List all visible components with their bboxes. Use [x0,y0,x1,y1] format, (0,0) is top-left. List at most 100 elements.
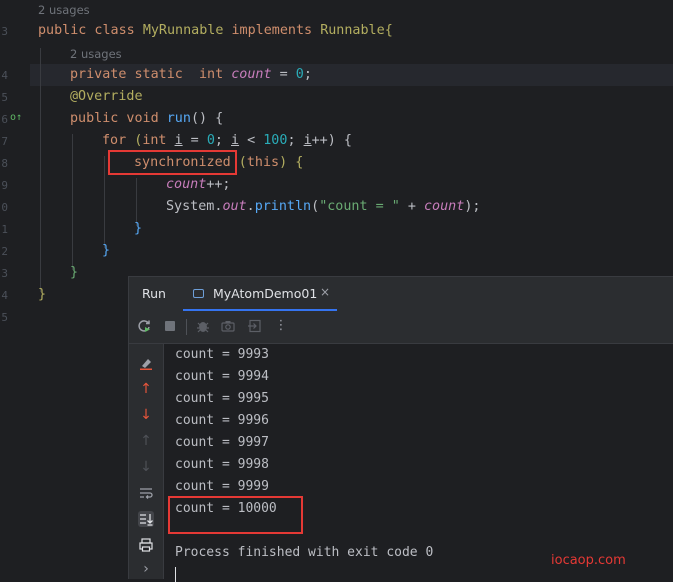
brace: { [384,23,393,38]
brace: } [70,265,79,280]
stop-icon[interactable] [162,318,178,334]
expand-icon[interactable]: › [138,561,154,577]
highlight-box-final-count [168,496,303,534]
process-finished-line: Process finished with exit code 0 [175,545,434,560]
variable: i [231,133,240,148]
line-number: 4 [1,289,8,302]
operator: ++; [206,177,231,192]
code-line-println[interactable]: System.out.println("count = " + count); [166,196,480,218]
method-name: run [166,111,191,126]
text-caret [175,567,176,582]
number: 0 [295,67,304,82]
interface-name: Runnable [320,23,385,38]
code-line-annotation[interactable]: @Override [70,86,143,108]
highlight-box-synchronized [108,150,237,175]
debug-icon[interactable] [195,318,211,334]
line-number: 4 [1,69,8,82]
more-icon[interactable]: ⋮ [273,318,289,334]
run-config-icon [193,289,204,298]
method-name: println [254,199,312,214]
brace: } [102,243,111,258]
output-line: count = 9993 [175,347,269,362]
code-line-field[interactable]: private static int count = 0; [70,64,312,86]
line-number: 7 [1,135,8,148]
console-output[interactable]: count = 9993 count = 9994 count = 9995 c… [175,344,670,582]
usages-hint[interactable]: 2 usages [70,45,122,63]
keyword: for [102,133,135,148]
class-name: MyRunnable [142,23,224,38]
line-number: 3 [1,267,8,280]
run-header: Run MyAtomDemo01 × [129,277,673,311]
scroll-to-end-icon[interactable] [138,511,154,527]
paren: ( [311,199,320,214]
print-icon[interactable] [138,537,154,553]
code-line-increment[interactable]: count++; [166,174,231,196]
toolbar-separator [186,319,187,335]
dot: . [246,199,255,214]
keyword: int [199,67,232,82]
code-line-close-sync[interactable]: } [134,218,142,240]
line-gutter: 3 4 5 6 o↑ 7 8 9 0 1 2 3 4 5 [0,0,30,578]
brace: } [38,287,47,302]
keyword: public class [38,23,143,38]
line-number: 5 [1,91,8,104]
brace: } [134,221,143,236]
field-name: count [424,199,465,214]
exit-icon[interactable] [247,318,263,334]
indent-guide [72,134,73,270]
run-tool-window: Run MyAtomDemo01 × ⋮ ↑ ↓ ↑ ↓ › count = 9… [128,276,673,582]
close-icon[interactable]: × [320,285,330,299]
rerun-icon[interactable] [136,318,152,334]
tab-label: MyAtomDemo01 [213,286,318,301]
operator: ++) { [311,133,352,148]
code-line-class[interactable]: public class MyRunnable implements Runna… [38,20,393,42]
console-side-toolbar: ↑ ↓ ↑ ↓ › [129,344,164,579]
soft-wrap-icon[interactable] [138,485,154,501]
number: 0 [206,133,215,148]
run-toolbar: ⋮ [129,311,673,344]
indent-guide [40,48,41,292]
output-line: count = 9998 [175,457,269,472]
override-gutter-icon[interactable]: o↑ [10,112,22,123]
field-name: count [231,67,272,82]
line-number: 3 [1,25,8,38]
usages-hint[interactable]: 2 usages [38,1,90,19]
variable: i [174,133,183,148]
line-number: 8 [1,157,8,170]
paren: ) { [279,155,304,170]
semicolon: ; [303,67,312,82]
string: "count = " [319,199,400,214]
line-number: 1 [1,223,8,236]
line-number: 0 [1,201,8,214]
code-line-close-class[interactable]: } [38,284,46,306]
output-line: count = 9994 [175,369,269,384]
arrow-down-icon[interactable]: ↓ [138,407,154,423]
line-number: 2 [1,245,8,258]
tab-myatomdemo01[interactable]: MyAtomDemo01 × [183,277,337,311]
operator: = [271,67,296,82]
eraser-icon[interactable] [138,355,154,371]
keyword: int [142,133,175,148]
code-line-method[interactable]: public void run() { [70,108,223,130]
class-name: System. [166,199,223,214]
annotation: @Override [70,89,143,104]
keyword: implements [223,23,321,38]
indent-guide [104,156,105,248]
output-line: count = 9999 [175,479,269,494]
output-line: count = 9997 [175,435,269,450]
arrow-up-icon[interactable]: ↑ [138,381,154,397]
line-number: 9 [1,179,8,192]
keyword: this [246,155,280,170]
code-line-close-method[interactable]: } [70,262,78,284]
semicolon: ; [214,133,231,148]
operator: = [182,133,207,148]
line-number: 5 [1,311,8,324]
code-line-close-for[interactable]: } [102,240,110,262]
line-number: 6 [1,113,8,126]
number: 100 [263,133,288,148]
field-name: out [222,199,247,214]
variable: i [303,133,312,148]
code-line-for[interactable]: for (int i = 0; i < 100; i++) { [102,130,352,152]
camera-icon[interactable] [220,318,236,334]
run-title[interactable]: Run [142,286,166,301]
